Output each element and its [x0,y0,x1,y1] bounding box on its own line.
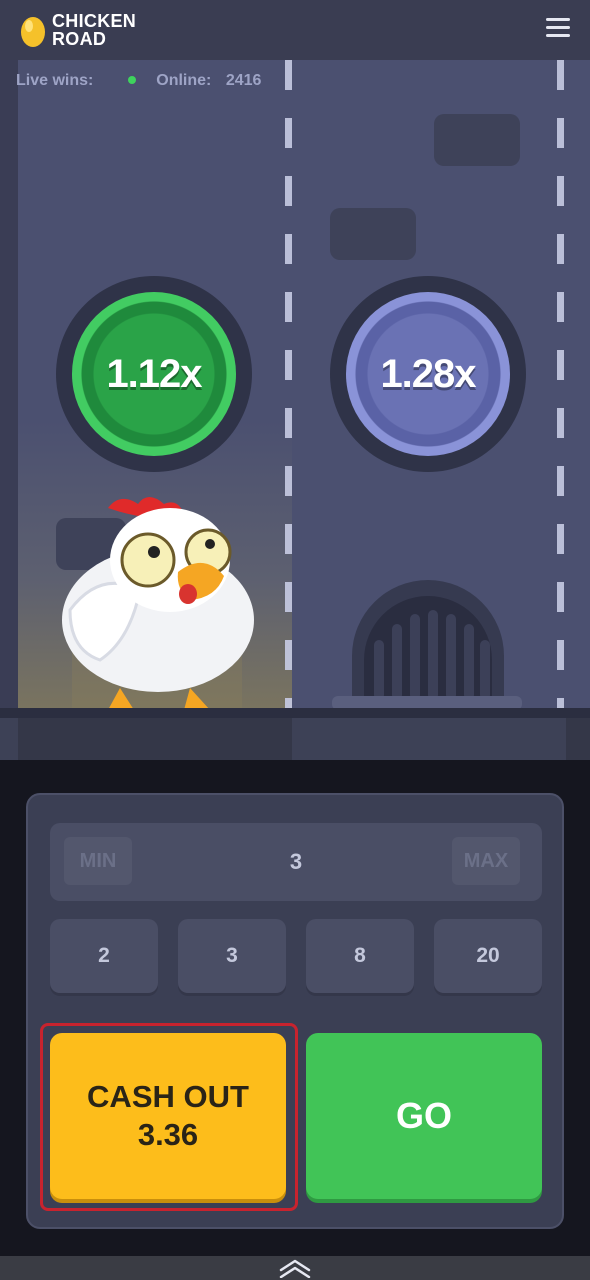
current-multiplier-value: 1.12x [72,292,236,456]
quick-bet-button[interactable]: 2 [50,919,158,993]
road-pothole [434,114,520,166]
road-segment [566,718,590,760]
quick-bet-button[interactable]: 8 [306,919,414,993]
bet-amount-stepper[interactable]: 3 MIN MAX [50,823,542,901]
next-multiplier-value: 1.28x [346,292,510,456]
live-wins-label: Live wins: [16,72,94,89]
online-status-dot-icon [127,75,136,84]
min-bet-button[interactable]: MIN [64,837,132,885]
sewer-grate-icon [332,580,522,710]
current-multiplier-coin: 1.12x [56,276,252,472]
cash-out-button[interactable]: CASH OUT 3.36 [50,1033,286,1199]
bottom-bar [0,1256,590,1280]
logo-wordmark: CHICKEN ROAD [52,12,136,48]
golden-egg-icon [21,17,45,47]
cash-out-amount: 3.36 [137,1117,199,1152]
lane-divider [285,60,292,710]
quick-bet-button[interactable]: 3 [178,919,286,993]
bet-control-panel: 3 MIN MAX 2 3 8 20 CASH OUT 3.36 GO [26,793,564,1229]
chevron-up-icon[interactable] [278,1258,312,1278]
quick-bet-button[interactable]: 20 [434,919,542,993]
max-bet-button[interactable]: MAX [452,837,520,885]
hamburger-menu-icon[interactable] [544,16,572,40]
lane-divider [557,60,564,710]
live-stats: Live wins: Online: 2416 [16,72,261,90]
logo-line-2: ROAD [52,29,107,49]
cash-out-label: CASH OUT [87,1079,249,1114]
chicken-character-icon [62,497,254,710]
game-scene: Live wins: Online: 2416 1.12x 1.28x [0,60,590,710]
road-segment [18,718,292,760]
road-strip [0,718,590,760]
road-pothole [330,208,416,260]
online-count: 2416 [225,72,262,89]
logo-line-1: CHICKEN [52,11,137,31]
go-button[interactable]: GO [306,1033,542,1199]
app-header: CHICKEN ROAD [0,0,590,60]
road-edge [0,708,590,718]
next-multiplier-coin[interactable]: 1.28x [330,276,526,472]
left-curb [0,60,18,710]
online-label: Online: [156,72,212,89]
